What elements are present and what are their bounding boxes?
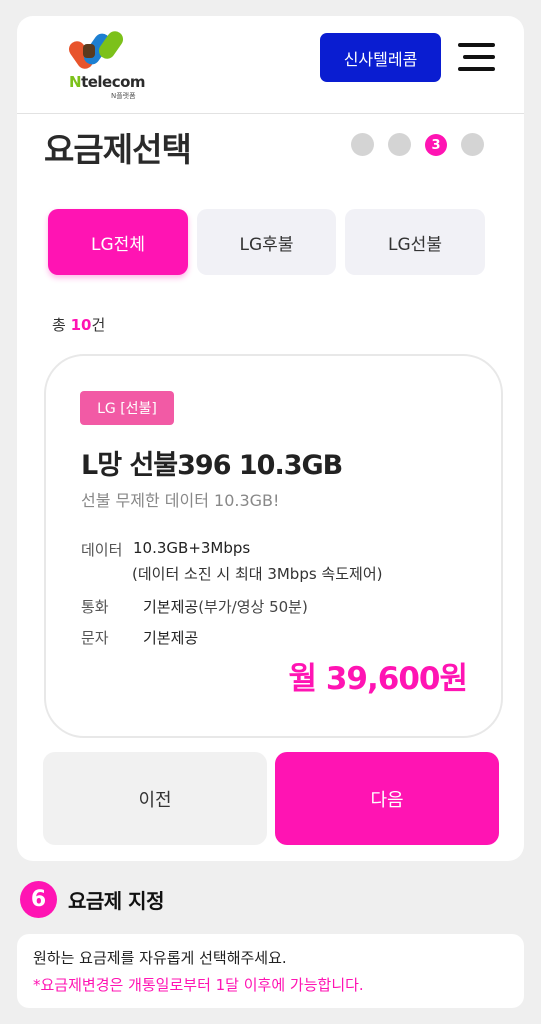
section-title: 요금제 지정 <box>68 889 164 913</box>
info-notice: *요금제변경은 개통일로부터 1달 이후에 가능합니다. <box>33 976 364 994</box>
result-count: 총 10건 <box>52 316 106 334</box>
plan-card[interactable]: LG [선불] L망 선불396 10.3GB 선불 무제한 데이터 10.3G… <box>44 354 503 738</box>
ntelecom-logo[interactable]: Ntelecom N플랫폼 <box>49 26 159 104</box>
info-box: 원하는 요금제를 자유롭게 선택해주세요. *요금제변경은 개통일로부터 1달 … <box>17 934 524 1008</box>
data-note: (데이터 소진 시 최대 3Mbps 속도제어) <box>132 565 383 583</box>
menu-icon[interactable] <box>458 43 495 71</box>
header: Ntelecom N플랫폼 신사텔레콤 <box>17 16 524 114</box>
next-button[interactable]: 다음 <box>275 752 499 845</box>
plan-call-row: 통화 기본제공(부가/영상 50분) <box>81 596 308 617</box>
sms-label: 문자 <box>81 629 109 647</box>
logo-mark-icon <box>68 31 124 69</box>
prev-button[interactable]: 이전 <box>43 752 267 845</box>
info-text: 원하는 요금제를 자유롭게 선택해주세요. <box>33 949 287 967</box>
tab-lg-prepaid[interactable]: LG선불 <box>345 209 485 275</box>
shop-button[interactable]: 신사텔레콤 <box>320 33 441 82</box>
tab-lg-postpaid[interactable]: LG후불 <box>197 209 336 275</box>
section-number-badge: 6 <box>20 881 57 918</box>
plan-name: L망 선불396 10.3GB <box>81 450 343 481</box>
logo-text: Ntelecom <box>69 73 146 91</box>
plan-price: 월 39,600원 <box>288 661 468 697</box>
plan-sms-row: 문자 기본제공 <box>81 627 198 648</box>
step-dot <box>461 133 484 156</box>
data-label: 데이터 <box>81 541 123 559</box>
plan-description: 선불 무제한 데이터 10.3GB! <box>81 491 280 510</box>
logo-subtext: N플랫폼 <box>111 92 136 100</box>
step-dot <box>351 133 374 156</box>
step-indicator: 3 <box>351 133 491 157</box>
step-dot-active: 3 <box>425 134 447 156</box>
page-title: 요금제선택 <box>44 130 192 169</box>
tab-lg-all[interactable]: LG전체 <box>48 209 188 275</box>
data-value: 10.3GB+3Mbps <box>133 539 251 557</box>
plan-data-row: 데이터 10.3GB+3Mbps <box>81 539 250 560</box>
main-card: Ntelecom N플랫폼 신사텔레콤 요금제선택 3 LG전체 LG후불 LG… <box>17 16 524 861</box>
call-label: 통화 <box>81 598 109 616</box>
step-dot <box>388 133 411 156</box>
plan-badge: LG [선불] <box>80 391 174 425</box>
call-value: 기본제공(부가/영상 50분) <box>143 598 308 616</box>
sms-value: 기본제공 <box>143 629 199 647</box>
